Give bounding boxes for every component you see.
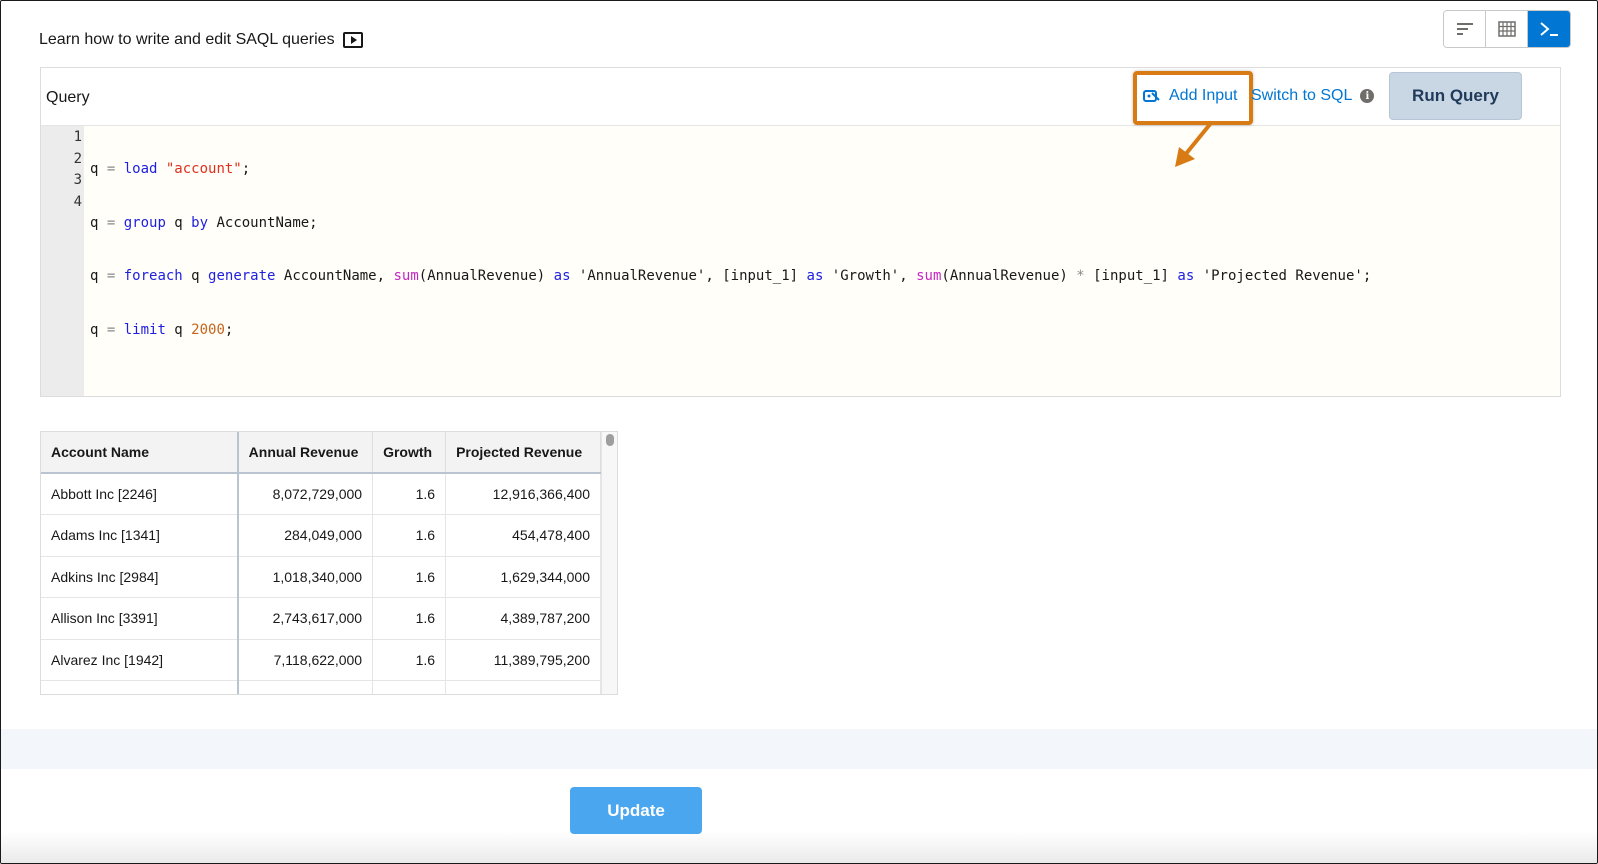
table-row: Adams Inc [1341] 284,049,000 1.6 454,478… <box>41 514 601 557</box>
table-cell: Adams Inc [1341] <box>41 514 239 557</box>
table-row: Allison Inc [3391] 2,743,617,000 1.6 4,3… <box>41 597 601 640</box>
table-cell: 1,018,340,000 <box>237 556 374 598</box>
view-toggle-group <box>1443 10 1571 48</box>
table-scrollbar[interactable] <box>601 432 617 694</box>
column-header[interactable]: Annual Revenue <box>237 432 374 474</box>
table-cell: 12,916,366,400 <box>445 473 601 515</box>
table-row: Adkins Inc [2984] 1,018,340,000 1.6 1,62… <box>41 556 601 598</box>
switch-to-sql-label: Switch to SQL <box>1251 87 1353 104</box>
annotation-arrow-icon <box>1175 121 1213 167</box>
table-cell: 1.6 <box>372 597 447 640</box>
query-editor-header: Query Add Input Switch to SQL i Run Quer… <box>41 68 1560 126</box>
table-cell <box>445 680 601 694</box>
table-cell: 1.6 <box>372 514 447 557</box>
table-cell: Adkins Inc [2984] <box>41 556 239 598</box>
update-label: Update <box>607 800 665 820</box>
table-cell: 1.6 <box>372 639 447 681</box>
code-line-3: q = foreach q generate AccountName, sum(… <box>90 268 1372 284</box>
line-number-gutter: 1 2 3 4 <box>41 126 84 396</box>
code-area[interactable]: 1 2 3 4 q = load "account"; q = group q … <box>41 126 1560 396</box>
table-cell: Alvarez Inc [1942] <box>41 639 239 681</box>
results-table: Account Name Annual Revenue Growth Proje… <box>41 432 601 694</box>
query-view-button[interactable] <box>1528 11 1570 47</box>
app-frame: Learn how to write and edit SAQL queries <box>0 0 1598 864</box>
table-cell: 2,743,617,000 <box>237 597 374 640</box>
column-header[interactable]: Account Name <box>41 432 239 474</box>
table-cell: 1.6 <box>372 556 447 598</box>
table-row <box>41 680 601 694</box>
add-input-label: Add Input <box>1169 87 1238 104</box>
table-cell: 8,072,729,000 <box>237 473 374 515</box>
table-row: Alvarez Inc [1942] 7,118,622,000 1.6 11,… <box>41 639 601 681</box>
learn-saql-text: Learn how to write and edit SAQL queries <box>39 31 335 48</box>
table-row: Abbott Inc [2246] 8,072,729,000 1.6 12,9… <box>41 473 601 515</box>
switch-to-sql-link[interactable]: Switch to SQL i <box>1251 87 1375 105</box>
add-input-button[interactable]: Add Input <box>1143 87 1238 105</box>
table-cell: 4,389,787,200 <box>445 597 601 640</box>
code-line-4: q = limit q 2000; <box>90 321 234 338</box>
learn-saql-link[interactable]: Learn how to write and edit SAQL queries <box>39 31 363 49</box>
table-cell: Allison Inc [3391] <box>41 597 239 640</box>
table-cell: 1.6 <box>372 473 447 515</box>
terminal-prompt-icon <box>1540 22 1558 36</box>
play-video-icon[interactable] <box>342 32 363 48</box>
results-table-container: Account Name Annual Revenue Growth Proje… <box>40 431 618 695</box>
grid-icon <box>1497 21 1516 37</box>
query-label: Query <box>46 89 90 106</box>
bottom-shadow <box>1 831 1597 863</box>
line-number: 1 <box>73 129 82 145</box>
add-input-icon <box>1143 90 1160 102</box>
table-cell <box>41 680 239 694</box>
table-cell: Abbott Inc [2246] <box>41 473 239 515</box>
table-cell: 7,118,622,000 <box>237 639 374 681</box>
run-query-label: Run Query <box>1412 86 1499 105</box>
line-number: 4 <box>73 193 82 210</box>
line-number: 2 <box>73 150 82 167</box>
line-number: 3 <box>73 172 82 188</box>
column-header[interactable]: Projected Revenue <box>445 432 601 474</box>
run-query-button[interactable]: Run Query <box>1389 72 1522 120</box>
column-header[interactable]: Growth <box>372 432 447 474</box>
table-cell: 284,049,000 <box>237 514 374 557</box>
footer-band <box>1 729 1597 769</box>
table-cell: 11,389,795,200 <box>445 639 601 681</box>
table-cell: 454,478,400 <box>445 514 601 557</box>
table-view-button[interactable] <box>1486 11 1528 47</box>
update-button[interactable]: Update <box>570 787 702 834</box>
code-line-2: q = group q by AccountName; <box>90 214 318 231</box>
table-cell <box>372 680 447 694</box>
scrollbar-thumb[interactable] <box>606 434 614 446</box>
table-header-row: Account Name Annual Revenue Growth Proje… <box>41 432 601 474</box>
table-cell: 1,629,344,000 <box>445 556 601 598</box>
bar-lines-icon <box>1456 23 1473 35</box>
chart-view-button[interactable] <box>1444 11 1486 47</box>
table-cell <box>237 680 374 694</box>
query-editor: Query Add Input Switch to SQL i Run Quer… <box>40 67 1561 397</box>
info-icon[interactable]: i <box>1360 89 1375 103</box>
